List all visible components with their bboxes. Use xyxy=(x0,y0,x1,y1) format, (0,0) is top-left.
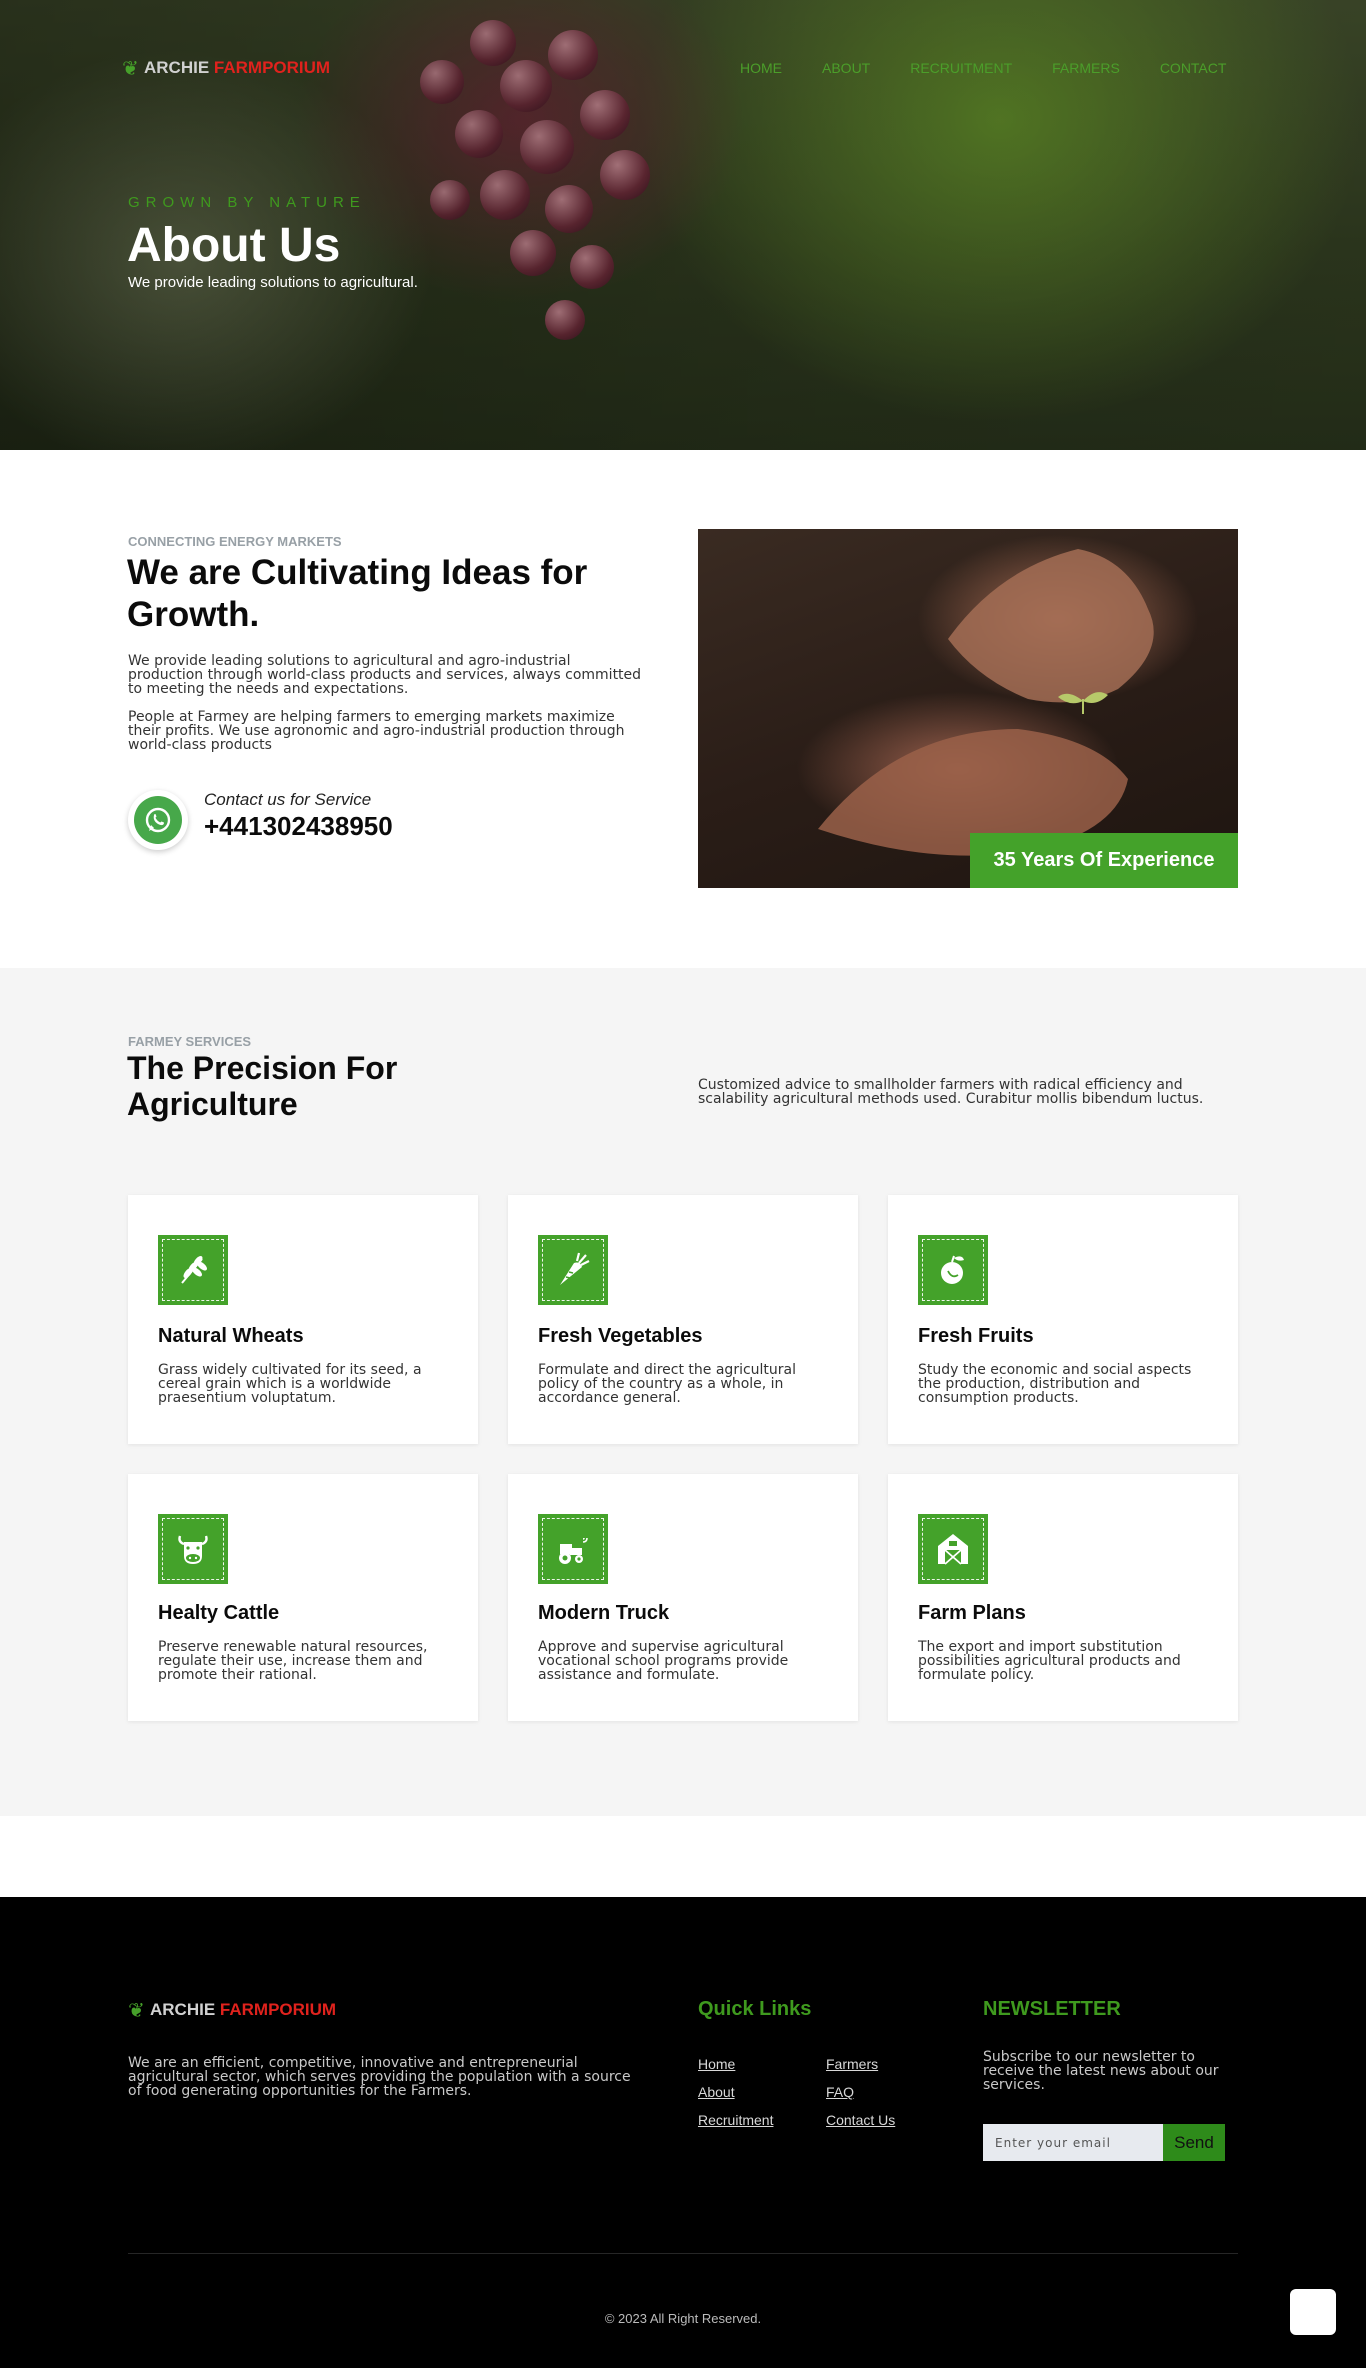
about-title: We are Cultivating Ideas for Growth. xyxy=(127,553,588,634)
logo-text-part2: FARMPORIUM xyxy=(219,2000,337,2019)
cow-icon xyxy=(178,1535,208,1564)
fruit-icon xyxy=(941,1255,964,1284)
service-title: Healty Cattle xyxy=(158,1602,280,1624)
service-title: Natural Wheats xyxy=(158,1325,304,1347)
whatsapp-button[interactable] xyxy=(128,790,188,850)
about-paragraph-2: People at Farmey are helping farmers to … xyxy=(128,709,625,753)
nav-farmers[interactable]: FARMERS xyxy=(1052,60,1120,76)
send-button[interactable]: Send xyxy=(1163,2124,1225,2161)
newsletter-text: Subscribe to our newsletter to receive t… xyxy=(983,2049,1219,2093)
about-paragraph-1: We provide leading solutions to agricult… xyxy=(128,653,642,697)
newsletter-heading: NEWSLETTER xyxy=(983,1998,1121,2020)
site-logo[interactable]: ❦ ARCHIE FARMPORIUM xyxy=(122,56,330,80)
nav-home[interactable]: HOME xyxy=(740,60,782,76)
copyright: © 2023 All Right Reserved. xyxy=(604,2311,762,2326)
footer-link-recruitment[interactable]: Recruitment xyxy=(698,2112,773,2128)
service-title: Fresh Fruits xyxy=(918,1325,1034,1347)
services-kicker: FARMEY SERVICES xyxy=(128,1034,252,1049)
about-kicker: CONNECTING ENERGY MARKETS xyxy=(128,534,342,549)
service-title: Fresh Vegetables xyxy=(538,1325,703,1347)
service-text: Grass widely cultivated for its seed, a … xyxy=(158,1362,422,1406)
wheat-icon xyxy=(181,1256,207,1284)
hero-banner: ❦ ARCHIE FARMPORIUM HOME ABOUT RECRUITME… xyxy=(0,0,1366,450)
hero-subtitle: We provide leading solutions to agricult… xyxy=(128,274,418,291)
hero-kicker: GROWN BY NATURE xyxy=(128,194,366,211)
service-text: The export and import substitution possi… xyxy=(918,1639,1181,1683)
contact-label: Contact us for Service xyxy=(204,790,372,809)
footer-link-about[interactable]: About xyxy=(698,2084,735,2100)
footer-link-farmers[interactable]: Farmers xyxy=(826,2056,878,2072)
footer-link-faq[interactable]: FAQ xyxy=(826,2084,854,2100)
footer-logo[interactable]: ❦ ARCHIE FARMPORIUM xyxy=(128,1998,336,2022)
service-card[interactable]: Farm Plans The export and import substit… xyxy=(888,1474,1238,1721)
service-text: Study the economic and social aspects th… xyxy=(918,1362,1192,1406)
contact-phone[interactable]: +441302438950 xyxy=(204,811,393,842)
footer-divider xyxy=(128,2253,1238,2254)
page-title: About Us xyxy=(127,219,341,272)
service-text: Formulate and direct the agricultural po… xyxy=(538,1362,797,1406)
nav-recruitment[interactable]: RECRUITMENT xyxy=(910,60,1012,76)
service-title: Farm Plans xyxy=(918,1602,1026,1624)
service-card[interactable]: Healty Cattle Preserve renewable natural… xyxy=(128,1474,478,1721)
service-text: Approve and supervise agricultural vocat… xyxy=(538,1639,789,1683)
nav-contact[interactable]: CONTACT xyxy=(1160,60,1227,76)
service-card[interactable]: Natural Wheats Grass widely cultivated f… xyxy=(128,1195,478,1444)
service-card[interactable]: Modern Truck Approve and supervise agric… xyxy=(508,1474,858,1721)
tractor-icon xyxy=(559,1537,588,1564)
sprout-icon: ❦ xyxy=(122,56,139,80)
logo-text-part1: ARCHIE xyxy=(144,58,210,77)
service-text: Preserve renewable natural resources, re… xyxy=(158,1639,428,1683)
main-nav: HOME ABOUT RECRUITMENT FARMERS CONTACT xyxy=(740,60,1266,76)
footer-link-contact[interactable]: Contact Us xyxy=(826,2112,895,2128)
nav-about[interactable]: ABOUT xyxy=(822,60,870,76)
sprout-icon: ❦ xyxy=(128,1998,145,2022)
experience-badge: 35 Years Of Experience xyxy=(970,833,1238,888)
chat-widget-button[interactable] xyxy=(1290,2289,1336,2335)
service-card[interactable]: Fresh Fruits Study the economic and soci… xyxy=(888,1195,1238,1444)
service-card[interactable]: Fresh Vegetables Formulate and direct th… xyxy=(508,1195,858,1444)
service-title: Modern Truck xyxy=(538,1602,670,1624)
whatsapp-icon xyxy=(145,807,171,833)
services-description: Customized advice to smallholder farmers… xyxy=(698,1077,1204,1107)
quick-links-heading: Quick Links xyxy=(698,1998,812,2020)
carrot-icon xyxy=(560,1252,590,1285)
logo-text-part1: ARCHIE xyxy=(150,2000,216,2019)
email-field[interactable] xyxy=(983,2124,1163,2161)
barn-icon xyxy=(938,1534,968,1565)
services-title: The Precision For Agriculture xyxy=(127,1050,398,1122)
logo-text-part2: FARMPORIUM xyxy=(213,58,331,77)
footer-link-home[interactable]: Home xyxy=(698,2056,735,2072)
footer-about-text: We are an efficient, competitive, innova… xyxy=(128,2055,631,2099)
